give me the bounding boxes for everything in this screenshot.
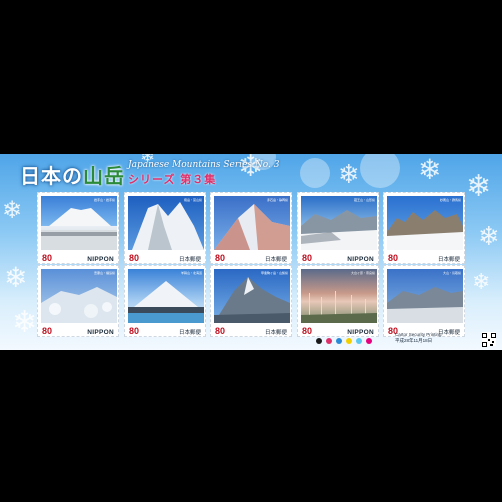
stamp-sheet: ❄ ❄ ❄ ❄ ❄ ❄ ❄ ❄ ❄ ❄ ❄ 日本の山岳 Japanese Mou… xyxy=(0,154,502,350)
snowflake-icon: ❄ xyxy=(4,261,28,294)
qr-pattern xyxy=(482,333,496,347)
stamp-value: 80 xyxy=(302,253,313,263)
mountain-illustration xyxy=(128,281,204,323)
stamp-country: NIPPON xyxy=(87,256,114,263)
stamp-country: NIPPON xyxy=(87,329,114,336)
stamp-caption: 岩手山・岩手県 xyxy=(93,198,115,202)
printer-imprint: Cartor Security Printing 平成28年11月18日 xyxy=(395,332,442,344)
stamp-value: 80 xyxy=(129,253,140,263)
stamp-photo: 羊蹄山・北海道 xyxy=(128,269,204,323)
stamp-value: 80 xyxy=(42,253,53,263)
stamp: 吾妻山・福島県 80 NIPPON xyxy=(37,265,119,337)
stamp-caption: 大台ヶ原・奈良県 xyxy=(350,271,375,275)
mountain-illustration xyxy=(214,204,290,250)
snowflake-icon: ❄ xyxy=(2,196,23,224)
mountain-illustration xyxy=(387,287,463,323)
bokeh-light xyxy=(300,158,330,188)
stamp: 大台ヶ原・奈良県 80 NIPPON xyxy=(297,265,379,337)
stamp-photo: 大山・鳥取県 xyxy=(387,269,463,323)
stamp-value: 80 xyxy=(388,253,399,263)
title-part2: 山岳 xyxy=(83,164,125,188)
printer-date: 平成28年11月18日 xyxy=(395,338,433,343)
snowflake-icon: ❄ xyxy=(478,222,500,252)
sheet-title: 日本の山岳 xyxy=(20,160,125,189)
mountain-illustration xyxy=(387,210,463,250)
mountain-illustration xyxy=(132,202,204,250)
sheet-subtitle-jp: シリーズ 第３集 xyxy=(128,173,217,186)
stamp: 妙義山・群馬県 80 日本郵便 xyxy=(383,192,465,264)
color-swatch xyxy=(366,338,372,344)
color-swatch xyxy=(346,338,352,344)
snowflake-icon: ❄ xyxy=(472,270,491,295)
snowflake-icon: ❄ xyxy=(338,160,360,190)
stamp-country: 日本郵便 xyxy=(178,330,201,336)
snowflake-icon: ❄ xyxy=(12,305,38,340)
snowflake-icon: ❄ xyxy=(418,154,442,186)
mountain-illustration xyxy=(41,208,117,250)
stamp-photo: 赤石岳・静岡県 xyxy=(214,196,290,250)
stamp-country: 日本郵便 xyxy=(264,330,287,336)
stamp: 剱岳・富山県 80 日本郵便 xyxy=(124,192,206,264)
sheet-subtitle-en: Japanese Mountains Series No. 3 xyxy=(128,160,280,170)
stamp-country: 日本郵便 xyxy=(264,257,287,263)
stamp-value: 80 xyxy=(215,253,226,263)
stamp-caption: 剱岳・富山県 xyxy=(183,198,202,202)
color-swatch xyxy=(356,338,362,344)
stamp-photo: 岩手山・岩手県 xyxy=(41,196,117,250)
mountain-illustration xyxy=(301,291,377,323)
stamp: 岩手山・岩手県 80 NIPPON xyxy=(37,192,119,264)
stamp-photo: 蔵王山・山形県 xyxy=(301,196,377,250)
stamp-value: 80 xyxy=(129,326,140,336)
color-swatch xyxy=(326,338,332,344)
stamp-value: 80 xyxy=(215,326,226,336)
stamp-photo: 大台ヶ原・奈良県 xyxy=(301,269,377,323)
stamp: 羊蹄山・北海道 80 日本郵便 xyxy=(124,265,206,337)
color-swatch xyxy=(336,338,342,344)
stamp-caption: 大山・鳥取県 xyxy=(442,271,461,275)
stamp-photo: 剱岳・富山県 xyxy=(128,196,204,250)
stamp-photo: 甲斐駒ヶ岳・山梨県 xyxy=(214,269,290,323)
stamp-caption: 羊蹄山・北海道 xyxy=(180,271,202,275)
title-part1: 日本の xyxy=(20,164,83,188)
mountain-illustration xyxy=(41,287,117,323)
stamp-country: NIPPON xyxy=(347,256,374,263)
stamp-caption: 妙義山・群馬県 xyxy=(439,198,461,202)
color-swatch xyxy=(316,338,322,344)
stamp-country: 日本郵便 xyxy=(437,257,460,263)
mountain-illustration xyxy=(301,210,377,250)
qr-code-icon xyxy=(482,332,496,347)
stamp: 大山・鳥取県 80 日本郵便 xyxy=(383,265,465,337)
stamp-caption: 赤石岳・静岡県 xyxy=(266,198,288,202)
stamp: 蔵王山・山形県 80 NIPPON xyxy=(297,192,379,264)
mountain-illustration xyxy=(214,277,290,323)
stamp-value: 80 xyxy=(302,326,313,336)
stamp-country: NIPPON xyxy=(347,329,374,336)
stamp-caption: 吾妻山・福島県 xyxy=(93,271,115,275)
bokeh-light xyxy=(360,154,400,188)
stamp-photo: 吾妻山・福島県 xyxy=(41,269,117,323)
stamp-photo: 妙義山・群馬県 xyxy=(387,196,463,250)
stamp-country: 日本郵便 xyxy=(178,257,201,263)
stamp-caption: 蔵王山・山形県 xyxy=(353,198,375,202)
stamp-value: 80 xyxy=(42,326,53,336)
stamp-caption: 甲斐駒ヶ岳・山梨県 xyxy=(260,271,288,275)
snowflake-icon: ❄ xyxy=(466,169,492,204)
stamp: 甲斐駒ヶ岳・山梨県 80 日本郵便 xyxy=(210,265,292,337)
stamp: 赤石岳・静岡県 80 日本郵便 xyxy=(210,192,292,264)
